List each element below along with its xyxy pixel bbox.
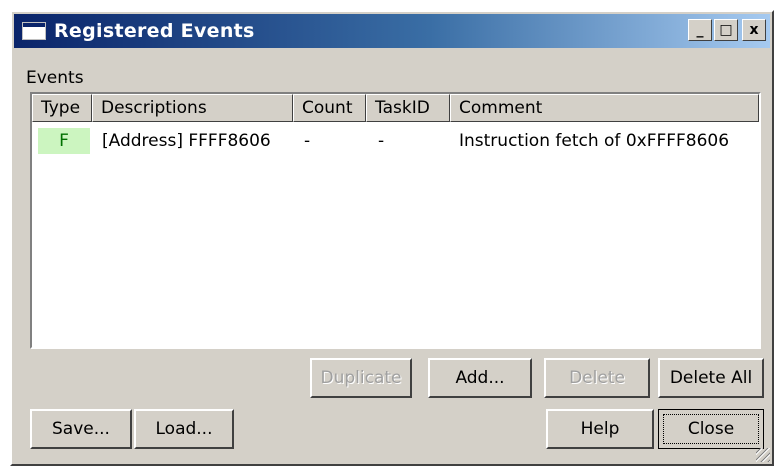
close-button[interactable]: Close — [658, 409, 764, 449]
resize-grip-icon[interactable] — [756, 448, 770, 462]
column-header-comment[interactable]: Comment — [450, 94, 759, 122]
events-group-label: Events — [26, 68, 84, 88]
delete-button[interactable]: Delete — [544, 358, 650, 398]
add-button[interactable]: Add... — [428, 358, 532, 398]
window-icon — [22, 22, 46, 40]
close-window-button[interactable]: x — [742, 19, 766, 41]
title-bar[interactable]: Registered Events _ □ x — [14, 14, 770, 48]
event-comment-cell: Instruction fetch of 0xFFFF8606 — [459, 131, 730, 151]
column-header-taskid[interactable]: TaskID — [366, 94, 450, 122]
duplicate-button[interactable]: Duplicate — [310, 358, 412, 398]
column-header-count[interactable]: Count — [293, 94, 366, 122]
event-count-cell: - — [304, 131, 311, 151]
help-button[interactable]: Help — [546, 409, 654, 449]
registered-events-window: Registered Events _ □ x Events Type Desc… — [10, 10, 774, 466]
save-button[interactable]: Save... — [30, 409, 132, 449]
delete-all-button[interactable]: Delete All — [658, 358, 764, 398]
column-header-type[interactable]: Type — [32, 94, 92, 122]
minimize-button[interactable]: _ — [688, 19, 712, 41]
window-title: Registered Events — [54, 20, 255, 42]
close-button-label: Close — [663, 414, 759, 444]
event-taskid-cell: - — [378, 131, 385, 151]
event-type-cell: F — [38, 128, 90, 154]
event-description-cell: [Address] FFFF8606 — [102, 131, 271, 151]
maximize-button[interactable]: □ — [714, 19, 738, 41]
load-button[interactable]: Load... — [134, 409, 234, 449]
column-header-descriptions[interactable]: Descriptions — [92, 94, 293, 122]
events-list[interactable]: Type Descriptions Count TaskID Comment F… — [30, 92, 761, 349]
